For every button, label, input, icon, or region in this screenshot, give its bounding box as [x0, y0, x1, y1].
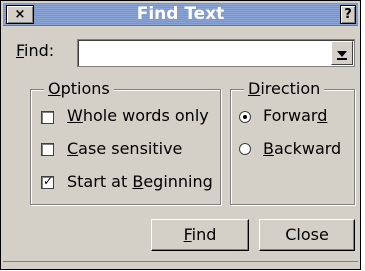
chevron-down-icon — [337, 51, 347, 57]
help-icon: ? — [344, 7, 352, 22]
find-dropdown-button[interactable] — [331, 41, 353, 65]
title-bar[interactable]: Find Text × ? — [3, 3, 358, 26]
case-sensitive-checkbox[interactable] — [41, 143, 54, 156]
forward-label[interactable]: Forward — [263, 106, 327, 125]
start-at-beginning-label[interactable]: Start at Beginning — [67, 172, 213, 191]
find-label: Find: — [16, 41, 55, 60]
close-icon: × — [14, 7, 26, 22]
radio-selected-icon — [243, 115, 247, 119]
help-button[interactable]: ? — [340, 5, 356, 24]
whole-words-checkbox[interactable] — [41, 111, 54, 124]
backward-radio[interactable] — [239, 143, 251, 155]
case-sensitive-label[interactable]: Case sensitive — [67, 139, 182, 158]
options-legend: Options — [44, 79, 114, 98]
find-button[interactable]: Find — [151, 219, 249, 251]
find-text-dialog: Find Text × ? Find: Options Whole words … — [0, 0, 361, 270]
window-title: Find Text — [136, 4, 225, 24]
close-window-button[interactable]: × — [6, 5, 34, 24]
find-combobox[interactable] — [77, 39, 355, 67]
close-button[interactable]: Close — [259, 219, 355, 251]
start-at-beginning-checkbox[interactable]: ✓ — [41, 174, 54, 189]
checkmark-icon: ✓ — [43, 174, 54, 188]
whole-words-label[interactable]: Whole words only — [67, 106, 209, 125]
forward-radio[interactable] — [239, 111, 251, 123]
backward-label[interactable]: Backward — [263, 139, 341, 158]
bottom-edge — [3, 261, 358, 267]
direction-legend: Direction — [244, 79, 325, 98]
